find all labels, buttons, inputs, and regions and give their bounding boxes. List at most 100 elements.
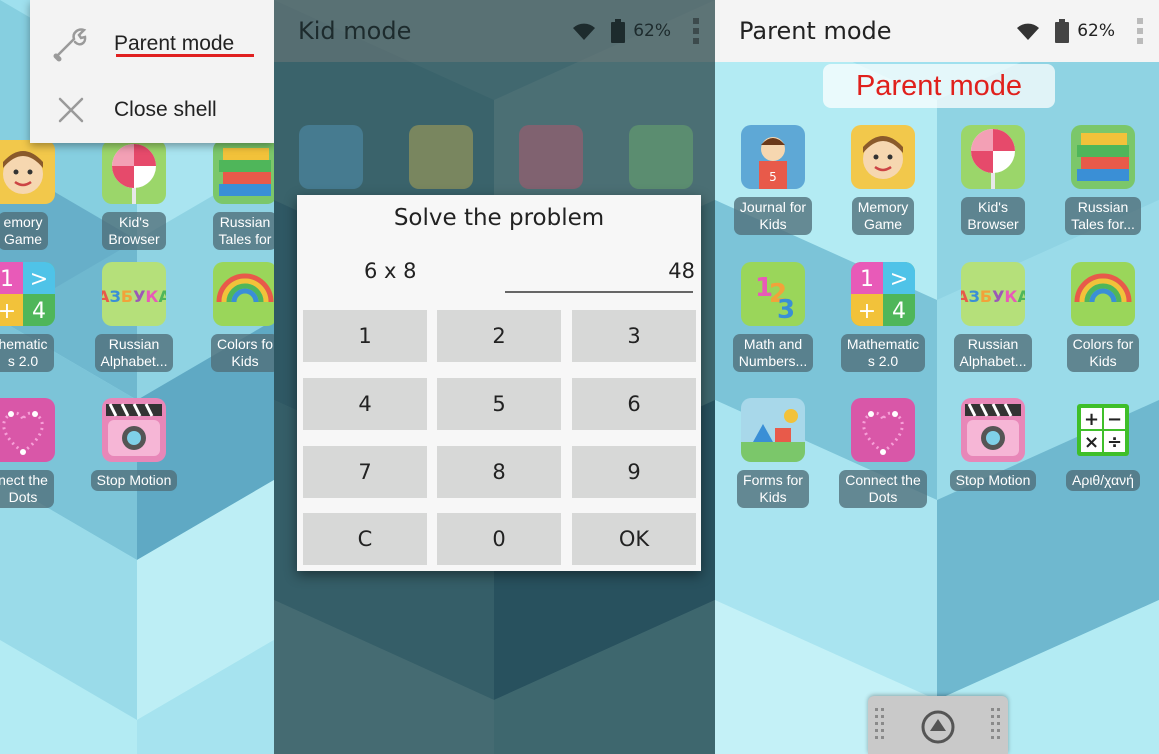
heart-dots-icon (0, 398, 55, 462)
app-math-and-numbers[interactable]: 123 Math and Numbers... (718, 262, 828, 372)
menu-item-parent-mode[interactable]: Parent mode (30, 14, 274, 74)
app-colors-for-kids[interactable]: Colors for Kids (1048, 262, 1158, 372)
key-4[interactable]: 4 (303, 378, 427, 430)
journal-icon: 5 (741, 125, 805, 189)
math-icon: 1 > +4 (0, 262, 55, 326)
app-stop-motion[interactable]: Stop Motion (79, 398, 189, 491)
svg-text:АЗБУКА: АЗБУКА (961, 287, 1025, 306)
parent-mode-banner: Parent mode (823, 64, 1055, 108)
app-label: Russian Alphabet... (953, 334, 1033, 372)
key-ok[interactable]: OK (572, 513, 696, 565)
battery-percentage: 62% (1077, 21, 1115, 41)
app-label: Colors fo Kids (210, 334, 274, 372)
lollipop-icon (961, 125, 1025, 189)
memory-game-icon (851, 125, 915, 189)
battery-icon (1055, 19, 1070, 43)
key-9[interactable]: 9 (572, 446, 696, 498)
calculator-icon: + − × ÷ (1071, 398, 1135, 462)
right-panel: Parent mode 62% Parent mode 5 Journal fo… (715, 0, 1159, 754)
math-icon: 1 > +4 (851, 262, 915, 326)
app-stop-motion[interactable]: Stop Motion (938, 398, 1048, 491)
menu-item-label: Parent mode (114, 32, 235, 55)
svg-text:>: > (890, 267, 908, 292)
app-mathematics[interactable]: 1 > +4 hematic s 2.0 (0, 262, 78, 372)
shell-popup-menu: Parent mode Close shell (30, 0, 274, 143)
svg-text:>: > (30, 267, 48, 292)
rainbow-icon (213, 262, 274, 326)
overflow-menu-icon[interactable] (693, 18, 699, 44)
app-label: Mathematic s 2.0 (840, 334, 926, 372)
answer-input[interactable]: 48 (668, 259, 695, 283)
status-bar: Kid mode 62% (274, 0, 715, 62)
math-challenge-dialog: Solve the problem 6 x 8 48 1 2 3 4 5 6 7… (297, 195, 701, 571)
key-2[interactable]: 2 (437, 310, 561, 362)
mode-title: Parent mode (739, 17, 892, 45)
key-5[interactable]: 5 (437, 378, 561, 430)
app-connect-the-dots[interactable]: nect the Dots (0, 398, 78, 508)
app-journal-for-kids[interactable]: 5 Journal for Kids (718, 125, 828, 235)
app-kids-browser[interactable]: Kid's Browser (79, 140, 189, 250)
menu-item-label: Close shell (114, 98, 217, 121)
key-8[interactable]: 8 (437, 446, 561, 498)
app-label: Αριθ/χανή (1066, 470, 1140, 491)
alphabet-icon: АЗБУКА (102, 262, 166, 326)
app-russian-tales[interactable]: Russian Tales for (190, 140, 274, 250)
overflow-menu-icon[interactable] (1137, 18, 1143, 44)
app-colors-for-kids[interactable]: Colors fo Kids (190, 262, 274, 372)
svg-text:1: 1 (860, 267, 874, 292)
app-label: nect the Dots (0, 470, 54, 508)
grip-right-icon (991, 708, 1000, 739)
memory-game-icon (0, 140, 55, 204)
middle-panel: Kid mode 62% Solve the problem 6 x 8 48 … (274, 0, 715, 754)
app-label: Kid's Browser (961, 197, 1025, 235)
svg-text:÷: ÷ (1107, 432, 1122, 453)
hexagon-background (715, 0, 1159, 754)
app-label: Colors for Kids (1066, 334, 1140, 372)
math-problem: 6 x 8 (364, 259, 417, 283)
app-label: Russian Tales for... (1065, 197, 1141, 235)
app-label: Russian Tales for (212, 212, 274, 250)
app-russian-alphabet[interactable]: АЗБУКА Russian Alphabet... (79, 262, 189, 372)
key-6[interactable]: 6 (572, 378, 696, 430)
app-memory-game[interactable]: Memory Game (828, 125, 938, 235)
svg-text:4: 4 (892, 299, 906, 324)
key-7[interactable]: 7 (303, 446, 427, 498)
lollipop-icon (102, 140, 166, 204)
key-1[interactable]: 1 (303, 310, 427, 362)
left-panel: emory Game Kid's Browser Russian Tales f… (0, 0, 274, 754)
expand-up-icon[interactable] (921, 710, 955, 744)
app-label: Memory Game (851, 197, 915, 235)
svg-text:+: + (1084, 409, 1099, 430)
app-forms-for-kids[interactable]: Forms for Kids (718, 398, 828, 508)
svg-text:1: 1 (0, 267, 14, 292)
svg-text:+: + (0, 299, 16, 324)
menu-item-close-shell[interactable]: Close shell (30, 80, 274, 140)
bottom-dock[interactable] (868, 696, 1008, 754)
books-icon (213, 140, 274, 204)
app-memory-game[interactable]: emory Game (0, 140, 78, 250)
app-russian-tales[interactable]: Russian Tales for... (1048, 125, 1158, 235)
app-mathematics[interactable]: 1 > +4 Mathematic s 2.0 (828, 262, 938, 372)
svg-text:×: × (1084, 432, 1099, 453)
key-3[interactable]: 3 (572, 310, 696, 362)
app-calculator[interactable]: + − × ÷ Αριθ/χανή (1048, 398, 1158, 491)
alphabet-icon: АЗБУКА (961, 262, 1025, 326)
camera-icon (102, 398, 166, 462)
svg-text:+: + (858, 299, 876, 324)
app-kids-browser[interactable]: Kid's Browser (938, 125, 1048, 235)
app-connect-the-dots[interactable]: Connect the Dots (828, 398, 938, 508)
app-label: Forms for Kids (737, 470, 809, 508)
key-0[interactable]: 0 (437, 513, 561, 565)
app-russian-alphabet[interactable]: АЗБУКА Russian Alphabet... (938, 262, 1048, 372)
app-label: Stop Motion (949, 470, 1037, 491)
app-label: Connect the Dots (839, 470, 927, 508)
app-label: hematic s 2.0 (0, 334, 54, 372)
dialog-title: Solve the problem (393, 205, 605, 231)
app-label: Journal for Kids (733, 197, 813, 235)
journal-icon (299, 125, 363, 189)
key-clear[interactable]: C (303, 513, 427, 565)
heart-dots-icon (851, 398, 915, 462)
camera-icon (961, 398, 1025, 462)
books-icon (629, 125, 693, 189)
close-icon (58, 97, 84, 123)
